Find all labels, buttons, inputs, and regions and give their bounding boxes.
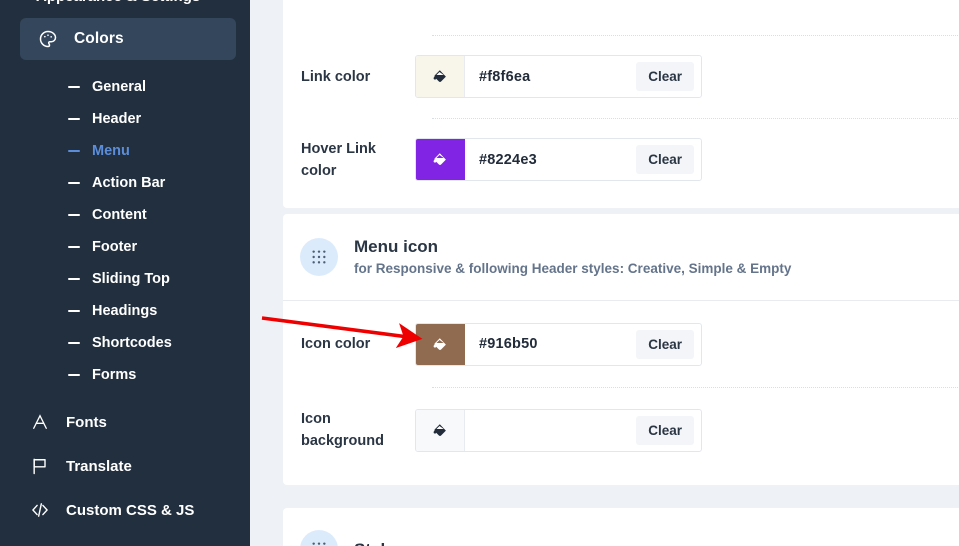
sidebar-subitem-label: Headings [92,303,158,319]
dash-icon [68,182,80,184]
sidebar: Appearance & Settings Colors General Hea… [0,0,250,546]
sidebar-item-translate[interactable]: Translate [0,449,250,483]
sidebar-item-fonts[interactable]: Fonts [0,405,250,439]
color-field-body[interactable]: #8224e3 Clear [465,139,701,180]
row-hover-link-color: Hover Link color #8224e3 Clear [283,118,959,201]
main-content: Link color #f8f6ea Clear Hover Link colo… [250,0,959,546]
sidebar-subitem-headings[interactable]: Headings [0,295,250,327]
color-field-icon-background[interactable]: Clear [415,408,702,452]
sidebar-clipped-item[interactable]: Appearance & Settings [0,0,250,8]
dash-icon [68,86,80,88]
paint-bucket-icon [433,337,446,350]
dash-icon [68,310,80,312]
dash-icon [68,374,80,376]
dash-icon [68,214,80,216]
color-swatch-icon-background[interactable] [416,409,465,451]
sidebar-subitem-menu[interactable]: Menu [0,135,250,167]
row-label-icon-color: Icon color [301,336,371,352]
sidebar-item-colors[interactable]: Colors [20,18,236,60]
sidebar-subitem-header[interactable]: Header [0,103,250,135]
sidebar-subitem-label: Content [92,207,147,223]
style-section-header: Style [283,508,959,546]
sidebar-subitem-label: Menu [92,143,130,159]
row-link-color: Link color #f8f6ea Clear [283,35,959,118]
row-icon-background: Icon background Clear [283,387,959,473]
row-label-link-color: Link color [301,68,371,85]
colors-panel-card: Link color #f8f6ea Clear Hover Link colo… [283,0,959,208]
sidebar-item-translate-label: Translate [66,457,132,475]
color-value-icon-color: #916b50 [479,336,538,352]
dash-icon [68,118,80,120]
color-field-body[interactable]: Clear [465,410,701,451]
color-field-icon-color[interactable]: #916b50 Clear [415,322,702,366]
color-field-body[interactable]: #f8f6ea Clear [465,56,701,97]
row-label-hover-link-color: Hover Link color [301,140,376,179]
sidebar-subitem-action-bar[interactable]: Action Bar [0,167,250,199]
clear-button-icon-background[interactable]: Clear [636,415,694,445]
sidebar-subitem-footer[interactable]: Footer [0,231,250,263]
color-field-body[interactable]: #916b50 Clear [465,324,701,365]
color-field-link-color[interactable]: #f8f6ea Clear [415,55,702,98]
menu-icon-panel-card: Menu icon for Responsive & following Hea… [283,214,959,485]
color-swatch-link-color[interactable] [416,56,465,97]
color-value-link-color: #f8f6ea [479,68,531,85]
paint-bucket-icon [433,70,446,82]
dash-icon [68,342,80,344]
sidebar-item-fonts-label: Fonts [66,413,107,431]
clear-button-hover-link-color[interactable]: Clear [636,145,694,174]
sidebar-subitem-content[interactable]: Content [0,199,250,231]
sidebar-subitem-label: Header [92,111,142,127]
sidebar-item-colors-label: Colors [74,30,124,47]
app-root: Appearance & Settings Colors General Hea… [0,0,959,546]
style-section-title: Style [354,539,395,546]
menu-icon-section-header: Menu icon for Responsive & following Hea… [283,214,959,301]
sidebar-item-custom-css-js[interactable]: Custom CSS & JS [0,493,250,527]
palette-icon [38,29,58,49]
menu-icon-section-title: Menu icon [354,237,439,256]
color-field-hover-link-color[interactable]: #8224e3 Clear [415,138,702,181]
clear-button-link-color[interactable]: Clear [636,62,694,91]
dash-icon [68,278,80,280]
paint-bucket-icon [433,423,446,436]
sidebar-subitem-label: Shortcodes [92,335,172,351]
sidebar-subitem-label: General [92,79,146,95]
letter-a-icon [30,412,50,432]
sidebar-subitem-general[interactable]: General [0,71,250,103]
row-label-icon-background: Icon background [301,411,384,449]
paint-bucket-icon [433,153,446,165]
sidebar-subitem-forms[interactable]: Forms [0,359,250,391]
sidebar-subitem-label: Forms [92,367,137,383]
code-brackets-icon [30,500,50,520]
sidebar-subitem-sliding-top[interactable]: Sliding Top [0,263,250,295]
color-value-hover-link-color: #8224e3 [479,151,537,168]
dash-icon [68,246,80,248]
clear-button-icon-color[interactable]: Clear [636,329,694,359]
row-icon-color: Icon color #916b50 Clear [283,301,959,387]
color-swatch-hover-link-color[interactable] [416,139,465,180]
sidebar-subitem-shortcodes[interactable]: Shortcodes [0,327,250,359]
sidebar-subitem-label: Footer [92,239,138,255]
dash-icon [68,150,80,152]
sidebar-item-custom-css-js-label: Custom CSS & JS [66,501,195,519]
grid-dots-icon [300,530,338,546]
sidebar-subitem-label: Action Bar [92,175,166,191]
style-panel-card: Style [283,508,959,546]
grid-dots-icon [300,238,338,276]
menu-icon-section-subtitle: for Responsive & following Header styles… [354,261,792,276]
color-swatch-icon-color[interactable] [416,323,465,365]
sidebar-subitem-label: Sliding Top [92,271,170,287]
flag-icon [30,456,50,476]
